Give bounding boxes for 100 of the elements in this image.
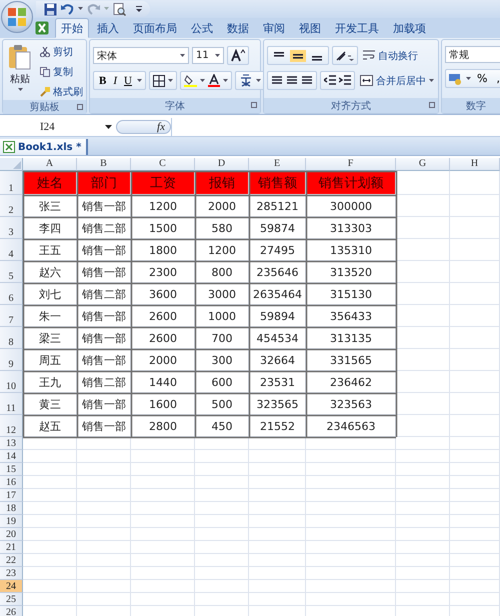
table-cell: 331565 xyxy=(330,354,372,366)
row-header[interactable]: 8 xyxy=(0,327,23,349)
row-header[interactable]: 14 xyxy=(0,450,23,463)
insert-function-button[interactable]: fx xyxy=(157,121,165,133)
save-icon[interactable] xyxy=(44,2,57,16)
row-header[interactable]: 25 xyxy=(0,593,23,606)
font-name-field[interactable]: 宋体 xyxy=(93,47,189,64)
caret-icon[interactable] xyxy=(136,79,142,82)
row-header[interactable]: 15 xyxy=(0,463,23,476)
row-header[interactable]: 3 xyxy=(0,217,23,239)
vertical-align-button[interactable] xyxy=(290,50,306,62)
row-header[interactable]: 16 xyxy=(0,476,23,489)
caret-icon[interactable] xyxy=(466,77,471,80)
table-cell: 135310 xyxy=(330,244,372,256)
ribbon-tab[interactable]: 加载项 xyxy=(387,18,432,38)
fill-color-icon[interactable] xyxy=(184,74,197,87)
phonetic-icon[interactable] xyxy=(238,74,253,87)
column-header[interactable]: F xyxy=(306,158,396,171)
comma-button[interactable]: , xyxy=(493,72,500,85)
row-header[interactable]: 4 xyxy=(0,239,23,261)
row-header[interactable]: 26 xyxy=(0,606,23,616)
name-box[interactable]: I24 xyxy=(0,121,116,133)
clipboard-action[interactable]: 剪切 xyxy=(38,44,85,60)
borders-icon[interactable] xyxy=(152,74,165,86)
horizontal-align-icon[interactable] xyxy=(271,76,283,86)
caret-icon[interactable] xyxy=(222,79,228,82)
horizontal-align-icon[interactable] xyxy=(286,76,298,86)
row-header[interactable]: 7 xyxy=(0,305,23,327)
row-header[interactable]: 6 xyxy=(0,283,23,305)
dialog-launcher-icon[interactable] xyxy=(251,102,257,108)
table-cell: 59874 xyxy=(260,222,295,234)
row-header[interactable]: 22 xyxy=(0,554,23,567)
font-style-button[interactable]: I xyxy=(111,74,120,86)
table-cell: 2800 xyxy=(149,420,177,432)
row-header[interactable]: 9 xyxy=(0,349,23,371)
caret-icon[interactable] xyxy=(78,7,83,11)
table-cell: 赵五 xyxy=(39,418,61,434)
increase-indent-icon[interactable] xyxy=(339,75,351,86)
row-header[interactable]: 21 xyxy=(0,541,23,554)
group-label: 剪贴板 xyxy=(30,100,60,114)
office-button[interactable] xyxy=(1,1,33,33)
workbook-tab[interactable]: Book1.xls * xyxy=(0,139,88,155)
ribbon-tab[interactable]: 开发工具 xyxy=(329,18,385,38)
font-style-button[interactable]: U xyxy=(122,74,134,86)
column-header[interactable]: C xyxy=(131,158,195,171)
decrease-indent-icon[interactable] xyxy=(324,75,336,86)
table-cell: 2000 xyxy=(208,200,236,212)
grow-font-icon[interactable] xyxy=(231,49,245,62)
row-header[interactable]: 1 xyxy=(0,171,23,195)
dialog-launcher-icon[interactable] xyxy=(429,102,435,108)
table-cell: 2600 xyxy=(149,310,177,322)
wrap-text-button[interactable]: 自动换行 xyxy=(361,48,420,64)
caret-icon[interactable] xyxy=(200,79,205,82)
column-header[interactable]: B xyxy=(77,158,131,171)
row-header[interactable]: 10 xyxy=(0,371,23,393)
row-header[interactable]: 23 xyxy=(0,567,23,580)
font-style-button[interactable]: B xyxy=(97,74,108,86)
caret-icon[interactable] xyxy=(256,79,261,82)
print-preview-icon[interactable] xyxy=(113,2,126,16)
column-header[interactable]: E xyxy=(249,158,306,171)
row-header[interactable]: 18 xyxy=(0,502,23,515)
ribbon-tab[interactable]: 公式 xyxy=(185,18,219,38)
dialog-launcher-icon[interactable] xyxy=(77,104,83,110)
column-header[interactable]: H xyxy=(450,158,500,171)
row-header[interactable]: 19 xyxy=(0,515,23,528)
table-cell: 1600 xyxy=(149,398,177,410)
row-header[interactable]: 11 xyxy=(0,393,23,415)
ribbon-tab[interactable]: 审阅 xyxy=(257,18,291,38)
horizontal-align-icon[interactable] xyxy=(301,76,313,86)
row-header[interactable]: 17 xyxy=(0,489,23,502)
font-color-icon[interactable] xyxy=(208,74,220,87)
row-header[interactable]: 5 xyxy=(0,261,23,283)
table-cell: 朱一 xyxy=(39,308,61,324)
paste-button[interactable]: 粘贴 xyxy=(6,44,34,100)
ribbon-tab[interactable]: 数据 xyxy=(221,18,255,38)
table-cell: 周五 xyxy=(39,352,61,368)
ribbon-tab[interactable]: 开始 xyxy=(55,18,89,38)
number-format-field[interactable]: 常规 xyxy=(445,46,500,63)
row-header[interactable]: 24 xyxy=(0,580,23,593)
caret-icon[interactable] xyxy=(168,79,173,82)
row-header[interactable]: 13 xyxy=(0,437,23,450)
column-header[interactable]: A xyxy=(23,158,77,171)
merge-center-button[interactable]: 合并后居中 xyxy=(358,72,436,88)
row-header[interactable]: 20 xyxy=(0,528,23,541)
column-header[interactable]: G xyxy=(396,158,450,171)
percent-button[interactable]: % xyxy=(474,72,490,85)
table-cell: 2000 xyxy=(149,354,177,366)
orientation-icon[interactable] xyxy=(336,50,354,60)
clipboard-action[interactable]: 格式刷 xyxy=(38,84,85,100)
ribbon-tab[interactable]: 页面布局 xyxy=(127,18,183,38)
font-size-field[interactable]: 11 xyxy=(192,47,224,64)
customize-icon[interactable] xyxy=(136,6,142,12)
ribbon-tab[interactable]: 视图 xyxy=(293,18,327,38)
currency-icon[interactable] xyxy=(449,72,463,84)
undo-icon[interactable] xyxy=(61,3,74,15)
ribbon-tab[interactable]: 插入 xyxy=(91,18,125,38)
row-header[interactable]: 2 xyxy=(0,195,23,217)
column-header[interactable]: D xyxy=(195,158,249,171)
row-header[interactable]: 12 xyxy=(0,415,23,437)
clipboard-action[interactable]: 复制 xyxy=(38,64,85,80)
